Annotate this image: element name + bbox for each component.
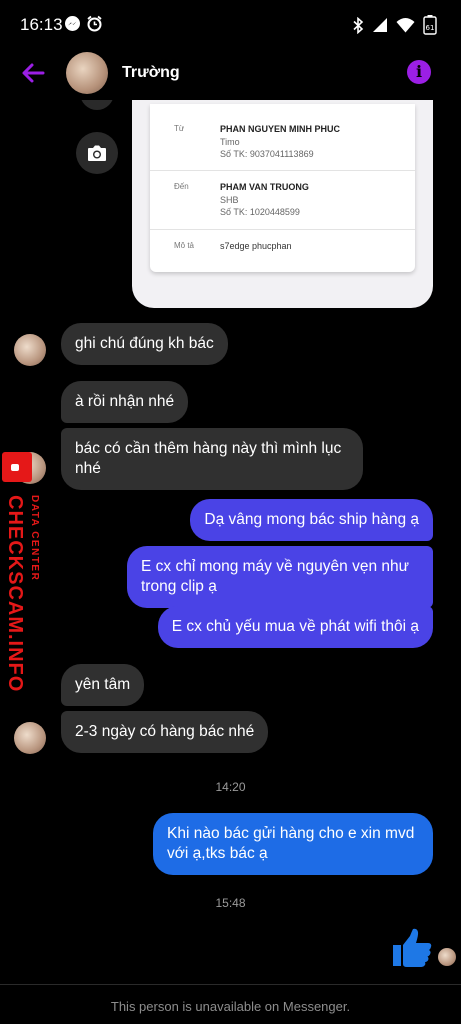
message-bubble-outgoing[interactable]: E cx chỉ mong máy về nguyên vẹn như tron…: [127, 546, 433, 608]
message-bubble-incoming[interactable]: yên tâm: [61, 664, 145, 706]
message-list[interactable]: Từ PHAN NGUYEN MINH PHUC Timo Số TK: 903…: [0, 100, 461, 984]
receipt-to-account: Số TK: 1020448599: [220, 207, 300, 217]
camera-icon: [88, 145, 106, 161]
cellular-signal-icon: [373, 18, 387, 32]
conversation-header: Trường i: [0, 48, 461, 100]
battery-icon: 61: [423, 15, 437, 35]
receipt-desc-label: Mô tả: [174, 241, 195, 250]
messenger-notification-icon: [65, 16, 80, 31]
composer-unavailable-bar: This person is unavailable on Messenger.: [0, 984, 461, 1024]
watermark-logo-icon: [2, 452, 32, 482]
bluetooth-icon: [353, 16, 364, 34]
message-bubble-incoming[interactable]: 2-3 ngày có hàng bác nhé: [61, 711, 269, 753]
watermark-sub-text: DATA CENTER: [29, 495, 40, 582]
receipt-from-label: Từ: [174, 124, 185, 133]
wifi-icon: [396, 18, 415, 33]
receipt-desc-value: s7edge phucphan: [220, 241, 292, 251]
message-timestamp: 14:20: [215, 780, 246, 794]
status-time: 16:13: [20, 15, 63, 34]
message-bubble-outgoing[interactable]: E cx chủ yếu mua về phát wifi thôi ạ: [157, 606, 433, 648]
transfer-receipt-image[interactable]: Từ PHAN NGUYEN MINH PHUC Timo Số TK: 903…: [132, 100, 433, 308]
watermark-main-text: CHECKSCAM.INFO: [4, 495, 26, 693]
message-bubble-outgoing[interactable]: Dạ vâng mong bác ship hàng ạ: [190, 499, 433, 541]
svg-text:61: 61: [426, 24, 435, 32]
receipt-from-bank: Timo: [220, 137, 240, 147]
message-bubble-outgoing[interactable]: Khi nào bác gửi hàng cho e xin mvd với ạ…: [153, 813, 433, 875]
back-arrow-icon[interactable]: [18, 58, 48, 88]
receipt-from-name: PHAN NGUYEN MINH PHUC: [220, 124, 341, 134]
previous-action-button[interactable]: [80, 100, 114, 110]
save-photo-button[interactable]: [76, 132, 118, 174]
message-bubble-incoming[interactable]: bác có cần thêm hàng này thì mình lục nh…: [61, 428, 363, 490]
unavailable-notice: This person is unavailable on Messenger.: [110, 999, 351, 1014]
receipt-to-label: Đến: [174, 182, 189, 191]
sender-avatar[interactable]: [14, 722, 46, 754]
contact-avatar[interactable]: [66, 52, 108, 94]
message-bubble-incoming[interactable]: à rồi nhận nhé: [61, 381, 189, 423]
alarm-icon: [87, 15, 102, 32]
receipt-details: Từ PHAN NGUYEN MINH PHUC Timo Số TK: 903…: [150, 104, 415, 272]
info-icon[interactable]: i: [407, 60, 431, 84]
status-bar: 16:13 61: [0, 0, 461, 48]
sender-avatar[interactable]: [14, 334, 46, 366]
message-bubble-incoming[interactable]: ghi chú đúng kh bác: [61, 323, 228, 365]
thumbs-up-icon[interactable]: [390, 926, 434, 970]
message-timestamp: 15:48: [215, 896, 246, 910]
contact-name[interactable]: Trường: [122, 64, 180, 82]
receipt-to-name: PHAM VAN TRUONG: [220, 182, 309, 192]
checkscam-watermark: CHECKSCAM.INFO DATA CENTER: [0, 452, 50, 692]
receipt-to-bank: SHB: [220, 195, 239, 205]
receipt-from-account: Số TK: 9037041113869: [220, 149, 314, 159]
seen-receipt-avatar: [438, 948, 456, 966]
